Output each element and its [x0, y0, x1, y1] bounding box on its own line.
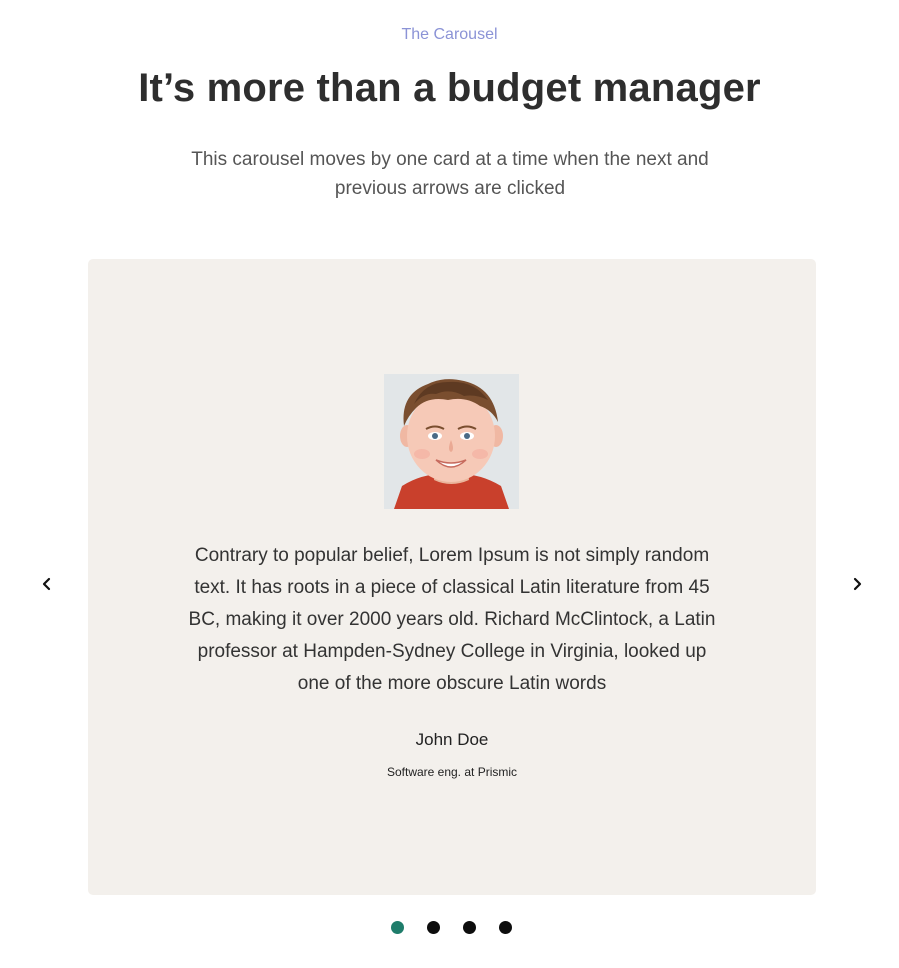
- chevron-left-icon: [42, 577, 51, 591]
- carousel-pagination: [391, 921, 512, 934]
- eyebrow-label: The Carousel: [401, 26, 498, 43]
- pagination-dot-3[interactable]: [463, 921, 476, 934]
- testimonial-quote: Contrary to popular belief, Lorem Ipsum …: [188, 545, 716, 694]
- chevron-right-icon: [853, 577, 862, 591]
- testimonial-card: Contrary to popular belief, Lorem Ipsum …: [88, 259, 816, 895]
- prev-button[interactable]: [35, 572, 59, 596]
- next-button[interactable]: [845, 572, 869, 596]
- page-title: It’s more than a budget manager: [138, 66, 761, 110]
- pagination-dot-1[interactable]: [391, 921, 404, 934]
- pagination-dot-4[interactable]: [499, 921, 512, 934]
- avatar: [384, 374, 519, 509]
- avatar-portrait: [384, 374, 519, 509]
- author-role: Software eng. at Prismic: [386, 765, 518, 779]
- pagination-dot-2[interactable]: [427, 921, 440, 934]
- page-subtitle: This carousel moves by one card at a tim…: [191, 149, 709, 199]
- author-name: John Doe: [415, 730, 489, 749]
